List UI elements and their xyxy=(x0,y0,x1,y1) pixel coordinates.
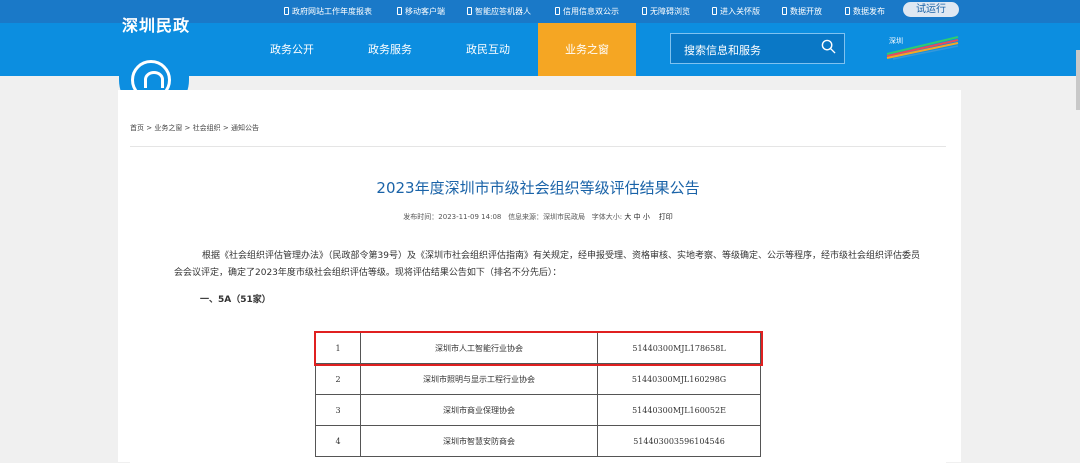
page-scrollbar[interactable] xyxy=(1076,50,1080,110)
phone-icon xyxy=(642,7,647,15)
credit-code: 51440300MJL160052E xyxy=(597,394,761,426)
phone-icon xyxy=(712,7,717,15)
phone-icon xyxy=(397,7,402,15)
org-name: 深圳市商业保理协会 xyxy=(360,394,598,426)
svg-text:深圳: 深圳 xyxy=(889,36,903,45)
nav-government-affairs[interactable]: 政务公开 xyxy=(256,23,328,76)
breadcrumb[interactable]: 首页 > 业务之窗 > 社会组织 > 通知公告 xyxy=(130,123,259,133)
article-meta: 发布时间：2023-11-09 14:08 信息来源：深圳市民政局 字体大小: … xyxy=(403,213,673,221)
nav-services[interactable]: 政务服务 xyxy=(354,23,426,76)
site-logo-text[interactable]: 深圳民政 xyxy=(122,12,190,36)
topbar-link-accessibility[interactable]: 无障碍浏览 xyxy=(642,5,690,18)
phone-icon xyxy=(782,7,787,15)
section-heading: 一、5A（51家） xyxy=(200,295,271,305)
topbar-link-annual-report[interactable]: 政府网站工作年度报表 xyxy=(284,5,372,18)
topbar-link-data-release[interactable]: 数据发布 xyxy=(845,5,885,18)
org-name: 深圳市照明与显示工程行业协会 xyxy=(360,363,598,395)
article-title: 2023年度深圳市市级社会组织等级评估结果公告 xyxy=(376,179,700,197)
trial-badge[interactable]: 试运行 xyxy=(903,2,959,17)
row-number: 2 xyxy=(315,363,361,395)
credit-code: 51440300MJL160298G xyxy=(597,363,761,395)
phone-icon xyxy=(467,7,472,15)
credit-code: 514403003596104546 xyxy=(597,425,761,457)
search-input[interactable]: 搜索信息和服务 xyxy=(684,42,761,58)
row-number: 4 xyxy=(315,425,361,457)
article: 2023年度深圳市市级社会组织等级评估结果公告 发布时间：2023-11-09 … xyxy=(130,146,946,463)
topbar-link-robot[interactable]: 智能应答机器人 xyxy=(467,5,531,18)
font-size-small[interactable]: 小 xyxy=(643,213,650,221)
highlight-box xyxy=(314,331,763,366)
search-box[interactable]: 搜索信息和服务 xyxy=(670,33,845,64)
topbar-link-care-mode[interactable]: 进入关怀版 xyxy=(712,5,760,18)
font-size-medium[interactable]: 中 xyxy=(634,213,641,221)
table-row: 4 深圳市智慧安防商会 514403003596104546 xyxy=(315,425,761,457)
table-row: 2 深圳市照明与显示工程行业协会 51440300MJL160298G xyxy=(315,363,761,395)
table-row: 3 深圳市商业保理协会 51440300MJL160052E xyxy=(315,394,761,426)
topbar-link-open-data[interactable]: 数据开放 xyxy=(782,5,822,18)
row-number: 3 xyxy=(315,394,361,426)
topbar-link-mobile-app[interactable]: 移动客户端 xyxy=(397,5,445,18)
print-link[interactable]: 打印 xyxy=(659,213,673,221)
shenzhen-brand-logo[interactable]: 深圳 xyxy=(885,34,960,60)
phone-icon xyxy=(845,7,850,15)
org-name: 深圳市智慧安防商会 xyxy=(360,425,598,457)
nav-business-window[interactable]: 业务之窗 xyxy=(538,23,636,76)
article-paragraph: 根据《社会组织评估管理办法》（民政部令第39号）及《深圳市社会组织评估指南》有关… xyxy=(174,251,920,278)
phone-icon xyxy=(555,7,560,15)
topbar-link-credit[interactable]: 信用信息双公示 xyxy=(555,5,619,18)
phone-icon xyxy=(284,7,289,15)
font-size-large[interactable]: 大 xyxy=(624,213,631,221)
nav-interaction[interactable]: 政民互动 xyxy=(452,23,524,76)
publish-time: 2023-11-09 14:08 xyxy=(438,213,502,221)
search-icon[interactable] xyxy=(821,39,836,54)
info-source: 深圳市民政局 xyxy=(543,213,586,221)
